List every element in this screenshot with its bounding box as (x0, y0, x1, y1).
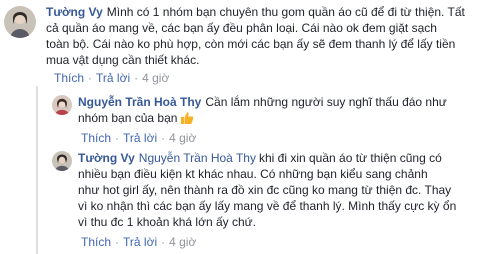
avatar-tuong-vy[interactable] (4, 6, 36, 38)
separator: · (134, 71, 139, 85)
mention-link[interactable]: Nguyễn Trần Hoà Thy (139, 151, 256, 165)
comment-3: Tường Vy Nguyễn Trần Hoà Thy khi đi xin qu… (78, 150, 456, 230)
comment-text: nhóm bạn của bạn (78, 111, 178, 125)
comment-author[interactable]: Tường Vy (78, 151, 135, 165)
thumbs-up-icon (180, 111, 194, 125)
comment-text: mua vật dụng cần thiết khác. (46, 53, 200, 67)
avatar-hoa-thy[interactable] (52, 95, 72, 115)
separator: · (115, 235, 120, 249)
comment-text: nhiều bạn điều kiện kt khác nhau. Có nhữ… (78, 167, 428, 181)
reply-link[interactable]: Trả lời (123, 131, 157, 145)
comment-actions: Thích · Trả lời · 4 giờ (54, 71, 169, 85)
separator: · (88, 71, 93, 85)
comment-text: vì ko nhận thì các bạn ấy lấy mang về để… (78, 199, 457, 213)
timestamp[interactable]: 4 giờ (169, 235, 196, 249)
comment-text: toàn bộ. Cái nào ko phù hợp, còn mới các… (46, 37, 456, 51)
avatar-tuong-vy[interactable] (52, 151, 72, 171)
comment-line: Tường Vy Mình có 1 nhóm bạn chuyên thu go… (46, 4, 465, 20)
comment-text: cả quần áo mang về, các bạn ấy đều phân … (46, 21, 437, 35)
like-link[interactable]: Thích (54, 71, 84, 85)
reply-thread-line (36, 86, 38, 254)
avatar-image (4, 6, 36, 38)
comment-author[interactable]: Nguyễn Trần Hoà Thy (78, 95, 201, 109)
separator: · (161, 235, 166, 249)
avatar-image (52, 151, 72, 171)
separator: · (115, 131, 120, 145)
like-link[interactable]: Thích (81, 235, 111, 249)
comment-text: Mình có 1 nhóm bạn chuyên thu gom quần á… (106, 5, 465, 19)
comment-line: nhóm bạn của bạn (78, 110, 447, 126)
comment-actions: Thích · Trả lời · 4 giờ (81, 131, 196, 145)
avatar-image (52, 95, 72, 115)
reply-link[interactable]: Trả lời (123, 235, 157, 249)
separator: · (161, 131, 166, 145)
comment-text: Cần lắm những người suy nghĩ thấu đáo nh… (205, 95, 447, 109)
comment-1: Tường Vy Mình có 1 nhóm bạn chuyên thu go… (46, 4, 465, 68)
comment-text: vì thu đc 1 khoản khá lớn ấy chứ. (78, 215, 257, 229)
comment-author[interactable]: Tường Vy (46, 5, 103, 19)
comment-text: khi đi xin quần áo từ thiện cũng có (258, 151, 442, 165)
like-link[interactable]: Thích (81, 131, 111, 145)
comment-text: như hot girl ấy, nên thành ra đồ xin đc … (78, 183, 452, 197)
timestamp[interactable]: 4 giờ (142, 71, 169, 85)
comment-actions: Thích · Trả lời · 4 giờ (81, 235, 196, 249)
timestamp[interactable]: 4 giờ (169, 131, 196, 145)
comment-line: Nguyễn Trần Hoà Thy Cần lắm những người s… (78, 94, 447, 110)
comment-2: Nguyễn Trần Hoà Thy Cần lắm những người s… (78, 94, 447, 126)
comment-line: Tường Vy Nguyễn Trần Hoà Thy khi đi xin qu… (78, 150, 456, 166)
reply-link[interactable]: Trả lời (96, 71, 130, 85)
